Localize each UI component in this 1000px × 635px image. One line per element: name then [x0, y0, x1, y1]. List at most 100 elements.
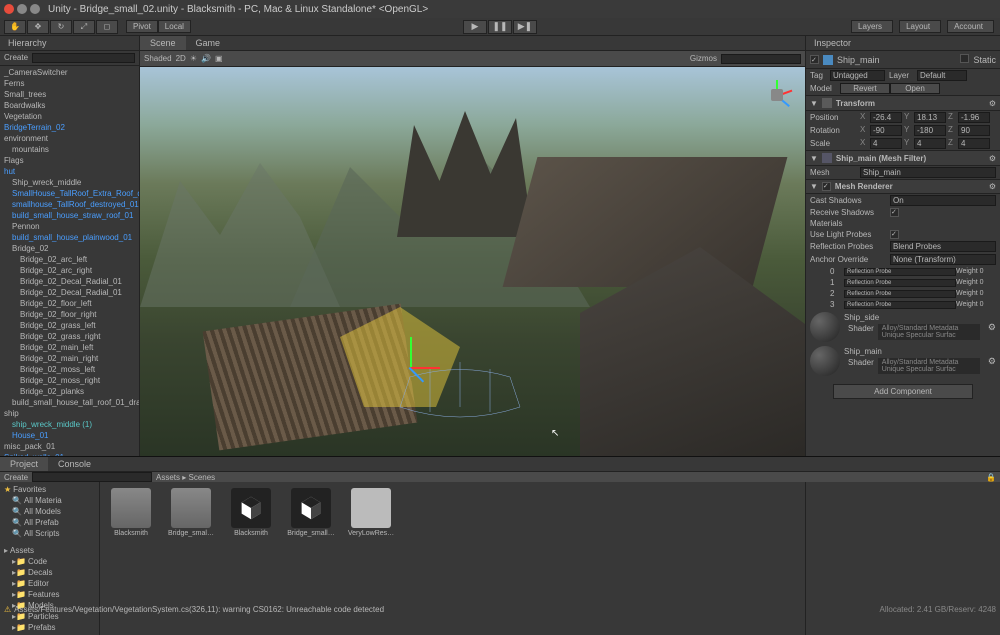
hierarchy-node[interactable]: Flags — [0, 155, 139, 166]
hierarchy-node[interactable]: ship — [0, 408, 139, 419]
window-minimize-button[interactable] — [17, 4, 27, 14]
hierarchy-node[interactable]: Bridge_02_Decal_Radial_01 — [0, 276, 139, 287]
asset-item[interactable]: VeryLowRes… — [346, 488, 396, 537]
hierarchy-node[interactable]: Bridge_02_main_right — [0, 353, 139, 364]
favorite-item[interactable]: 🔍All Prefab — [2, 517, 97, 528]
shader-2-dropdown[interactable]: Alloy/Standard Metadata Unique Specular … — [878, 358, 980, 374]
favorite-item[interactable]: 🔍All Scripts — [2, 528, 97, 539]
hierarchy-node[interactable]: Bridge_02_grass_left — [0, 320, 139, 331]
open-button[interactable]: Open — [890, 83, 940, 94]
account-dropdown[interactable]: Account — [947, 20, 994, 33]
fx-icon[interactable]: ▣ — [215, 54, 223, 63]
step-button[interactable]: ▶❚ — [513, 20, 537, 34]
meshrenderer-foldout-icon[interactable]: ▼ — [810, 182, 818, 191]
gameobject-active-checkbox[interactable] — [810, 55, 819, 64]
refl-probe-2[interactable]: Reflection Probe — [844, 290, 956, 298]
console-tab[interactable]: Console — [48, 457, 101, 471]
cast-shadows-dropdown[interactable]: On — [890, 195, 996, 206]
tag-dropdown[interactable]: Untagged — [830, 70, 885, 81]
favorites-folder[interactable]: ★Favorites — [2, 484, 97, 495]
hierarchy-tab[interactable]: Hierarchy — [0, 36, 139, 51]
hierarchy-node[interactable]: Ferns — [0, 78, 139, 89]
hierarchy-node[interactable]: smallhouse_TallRoof_destroyed_01 — [0, 199, 139, 210]
rotation-z-field[interactable]: 90 — [958, 125, 990, 136]
hierarchy-node[interactable]: build_small_house_plainwood_01 — [0, 232, 139, 243]
add-component-button[interactable]: Add Component — [833, 384, 973, 399]
light-probes-checkbox[interactable] — [890, 230, 899, 239]
project-folder[interactable]: ▸📁Editor — [2, 578, 97, 589]
meshrenderer-checkbox[interactable] — [822, 182, 831, 191]
hierarchy-node[interactable]: Bridge_02_planks — [0, 386, 139, 397]
window-maximize-button[interactable] — [30, 4, 40, 14]
project-folder[interactable]: ▸📁Prefabs — [2, 622, 97, 633]
project-breadcrumb[interactable]: Assets ▸ Scenes — [156, 473, 215, 482]
material-1-name[interactable]: Ship_side — [844, 313, 984, 322]
transform-gear-icon[interactable]: ⚙ — [989, 99, 996, 108]
material-1-gear-icon[interactable]: ⚙ — [984, 322, 1000, 333]
meshrenderer-gear-icon[interactable]: ⚙ — [989, 182, 996, 191]
local-toggle[interactable]: Local — [158, 20, 191, 33]
mesh-field[interactable]: Ship_main — [860, 167, 996, 178]
hierarchy-node[interactable]: Bridge_02_floor_left — [0, 298, 139, 309]
asset-item[interactable]: Blacksmith — [226, 488, 276, 537]
favorite-item[interactable]: 🔍All Models — [2, 506, 97, 517]
gameobject-name-field[interactable]: Ship_main — [837, 55, 956, 65]
hierarchy-node[interactable]: Ship_wreck_middle — [0, 177, 139, 188]
scene-search-input[interactable] — [721, 54, 801, 64]
orientation-gizmo[interactable] — [757, 75, 797, 115]
pivot-toggle[interactable]: Pivot — [126, 20, 158, 33]
rotation-x-field[interactable]: -90 — [870, 125, 902, 136]
meshfilter-foldout-icon[interactable]: ▼ — [810, 154, 818, 163]
project-create-dropdown[interactable]: Create — [4, 473, 28, 482]
asset-item[interactable]: Bridge_smal… — [166, 488, 216, 537]
audio-icon[interactable]: 🔊 — [201, 54, 211, 63]
position-x-field[interactable]: -26.4 — [870, 112, 902, 123]
material-1-preview[interactable] — [810, 312, 840, 342]
hierarchy-node[interactable]: BridgeTerrain_02 — [0, 122, 139, 133]
hierarchy-node[interactable]: ship_wreck_middle (1) — [0, 419, 139, 430]
refl-probe-0[interactable]: Reflection Probe — [844, 268, 956, 276]
layout-dropdown[interactable]: Layout — [899, 20, 941, 33]
scale-z-field[interactable]: 4 — [958, 138, 990, 149]
hierarchy-tree[interactable]: _CameraSwitcherFernsSmall_treesBoardwalk… — [0, 66, 139, 456]
hierarchy-create-dropdown[interactable]: Create — [4, 53, 28, 63]
refl-probe-1[interactable]: Reflection Probe — [844, 279, 956, 287]
static-checkbox[interactable] — [960, 54, 969, 65]
hierarchy-node[interactable]: misc_pack_01 — [0, 441, 139, 452]
hierarchy-node[interactable]: Bridge_02_main_left — [0, 342, 139, 353]
hierarchy-node[interactable]: Bridge_02 — [0, 243, 139, 254]
2d-toggle[interactable]: 2D — [176, 54, 186, 63]
refl-probe-3[interactable]: Reflection Probe — [844, 301, 956, 309]
scene-tab[interactable]: Scene — [140, 36, 186, 50]
hierarchy-node[interactable]: SmallHouse_TallRoof_Extra_Roof_damag — [0, 188, 139, 199]
project-folder[interactable]: ▸📁Code — [2, 556, 97, 567]
play-button[interactable]: ▶ — [463, 20, 487, 34]
hierarchy-node[interactable]: Bridge_02_moss_right — [0, 375, 139, 386]
rotate-tool-button[interactable]: ↻ — [50, 20, 72, 34]
position-y-field[interactable]: 18.13 — [914, 112, 946, 123]
hierarchy-node[interactable]: Bridge_02_Decal_Radial_01 — [0, 287, 139, 298]
hierarchy-node[interactable]: hut — [0, 166, 139, 177]
move-tool-button[interactable]: ✥ — [27, 20, 49, 34]
hand-tool-button[interactable]: ✋ — [4, 20, 26, 34]
project-folder[interactable]: ▸📁Features — [2, 589, 97, 600]
hierarchy-node[interactable]: build_small_house_tall_roof_01_dragon — [0, 397, 139, 408]
lighting-icon[interactable]: ☀ — [190, 54, 197, 63]
material-2-name[interactable]: Ship_main — [844, 347, 984, 356]
scale-y-field[interactable]: 4 — [914, 138, 946, 149]
project-lock-icon[interactable]: 🔒 — [986, 473, 996, 482]
hierarchy-node[interactable]: environment — [0, 133, 139, 144]
scene-viewport[interactable]: ↖ — [140, 67, 805, 456]
hierarchy-search-input[interactable] — [32, 53, 135, 63]
scale-tool-button[interactable]: ⤢ — [73, 20, 95, 34]
layers-dropdown[interactable]: Layers — [851, 20, 893, 33]
asset-item[interactable]: Bridge_small… — [286, 488, 336, 537]
meshfilter-gear-icon[interactable]: ⚙ — [989, 154, 996, 163]
project-tab[interactable]: Project — [0, 457, 48, 471]
transform-foldout-icon[interactable]: ▼ — [810, 99, 818, 108]
window-close-button[interactable] — [4, 4, 14, 14]
hierarchy-node[interactable]: Spiked_walls_01 — [0, 452, 139, 456]
receive-shadows-checkbox[interactable] — [890, 208, 899, 217]
project-search-input[interactable] — [32, 472, 152, 482]
hierarchy-node[interactable]: Vegetation — [0, 111, 139, 122]
